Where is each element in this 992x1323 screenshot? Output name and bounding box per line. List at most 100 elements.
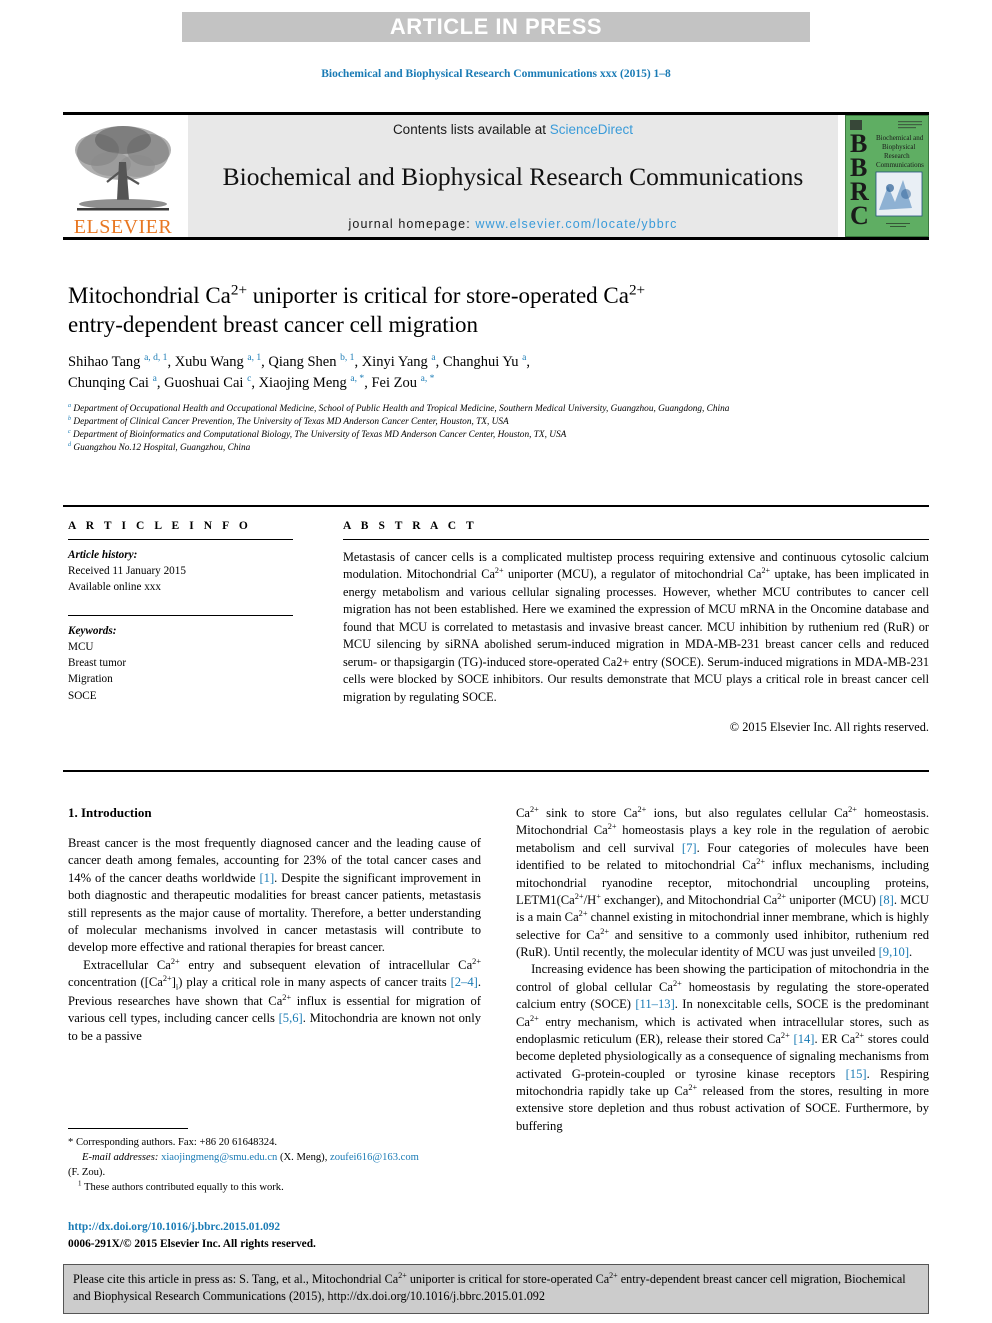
issn-copyright-line: 0006-291X/© 2015 Elsevier Inc. All right…	[68, 1237, 316, 1250]
affiliation-text: Department of Occupational Health and Oc…	[73, 403, 730, 414]
citation-ref-11-13[interactable]: [11–13]	[635, 997, 674, 1011]
citation-ref-8[interactable]: [8]	[879, 893, 894, 907]
affiliation-item: c Department of Bioinformatics and Compu…	[68, 429, 928, 442]
ca-charge-sup: 2+	[530, 804, 539, 814]
title-part-3: entry-dependent breast cancer cell migra…	[68, 311, 478, 337]
abstract-sup-2: 2+	[761, 566, 771, 576]
citation-ref-7[interactable]: [7]	[682, 841, 697, 855]
author-marks: a, 1	[247, 351, 262, 363]
page-title: Mitochondrial Ca2+ uniporter is critical…	[68, 282, 928, 340]
keyword-item: Breast tumor	[68, 657, 127, 670]
affiliation-list: a Department of Occupational Health and …	[68, 402, 928, 456]
intro-paragraph-2: Extracellular Ca2+ entry and subsequent …	[68, 957, 481, 1045]
title-superscript-1: 2+	[230, 281, 248, 299]
svg-text:C: C	[850, 201, 869, 230]
ca-charge-sup: 2+	[673, 978, 682, 988]
journal-title: Biochemical and Biophysical Research Com…	[222, 162, 804, 191]
keyword-item: MCU	[68, 640, 94, 653]
email-owner-meng: (X. Meng),	[279, 1152, 328, 1164]
author-name: Changhui Yu	[442, 353, 519, 370]
citation-part-3: entry-dependent breast cancer	[617, 1272, 767, 1286]
author-marks: a, d, 1	[144, 351, 168, 363]
footnote-emails: E-mail addresses: xiaojingmeng@smu.edu.c…	[68, 1150, 481, 1165]
homepage-prefix: journal homepage:	[348, 217, 476, 231]
ca-charge-sup: 2+	[530, 1013, 539, 1023]
email-link-meng[interactable]: xiaojingmeng@smu.edu.cn	[161, 1152, 277, 1163]
article-history-label: Article history:	[68, 549, 138, 561]
contents-list-line: Contents lists available at ScienceDirec…	[393, 122, 633, 137]
author-name: Xubu Wang	[174, 353, 244, 370]
citation-ref-9-10[interactable]: [9,10]	[879, 945, 909, 959]
ca-charge-sup: 2+	[688, 1082, 698, 1092]
author-name: Chunqing Cai	[68, 374, 149, 391]
ca-charge-sup: 2+	[848, 804, 857, 814]
svg-text:Biophysical: Biophysical	[882, 143, 915, 151]
running-head: Biochemical and Biophysical Research Com…	[321, 68, 671, 80]
article-info-column: A R T I C L E I N F O Article history: R…	[68, 520, 293, 704]
affiliation-mark: c	[68, 428, 71, 435]
footnote-equal-contribution: 1 These authors contributed equally to t…	[68, 1180, 481, 1195]
affiliation-mark: d	[68, 442, 72, 448]
article-in-press-label: ARTICLE IN PRESS	[389, 14, 603, 39]
sciencedirect-link[interactable]: ScienceDirect	[550, 122, 633, 137]
citation-ref-2-4[interactable]: [2–4]	[451, 975, 478, 989]
intro-p3-g: /H	[583, 892, 597, 907]
svg-text:Communications: Communications	[876, 161, 924, 169]
keywords-block: Keywords: MCU Breast tumor Migration SOC…	[68, 623, 293, 704]
abstract-text: Metastasis of cancer cells is a complica…	[343, 549, 929, 706]
doi-link[interactable]: http://dx.doi.org/10.1016/j.bbrc.2015.01…	[68, 1219, 481, 1236]
ca-charge-sup: 2+	[600, 926, 610, 936]
author-name: Xinyi Yang	[361, 353, 428, 370]
author-name: Qiang Shen	[268, 353, 337, 370]
title-block: Mitochondrial Ca2+ uniporter is critical…	[68, 282, 928, 455]
affiliation-item: a Department of Occupational Health and …	[68, 402, 928, 416]
keywords-label: Keywords:	[68, 624, 117, 637]
intro-p2-c: concentration ([Ca	[68, 975, 163, 989]
elsevier-tree-icon	[75, 126, 171, 211]
abstract-heading: A B S T R A C T	[343, 520, 478, 532]
author-marks: a, *	[420, 372, 435, 384]
citation-ref-14[interactable]: [14]	[794, 1032, 815, 1046]
article-history-received: Received 11 January 2015	[68, 565, 186, 578]
abstract-copyright: © 2015 Elsevier Inc. All rights reserved…	[729, 720, 929, 735]
ca-charge-sup: 2+	[780, 1030, 790, 1040]
footnote-equal-text: These authors contributed equally to thi…	[83, 1182, 284, 1194]
ca-charge-sup: 2+	[578, 909, 588, 919]
citation-ref-5-6[interactable]: [5,6]	[279, 1011, 303, 1025]
email-link-zou[interactable]: zoufei616@163.com	[330, 1152, 419, 1163]
intro-p3-h: exchanger), and Mitochondrial Ca	[600, 892, 778, 907]
citation-ref-15[interactable]: [15]	[846, 1067, 867, 1081]
introduction-heading: 1. Introduction	[68, 805, 152, 820]
intro-paragraph-1: Breast cancer is the most frequently dia…	[68, 835, 481, 957]
journal-cover-artwork: B B R C Biochemical and Biophysical Rese…	[846, 116, 928, 236]
info-section-top-rule	[63, 505, 929, 507]
journal-masthead-box: Contents lists available at ScienceDirec…	[188, 115, 838, 237]
author-marks: a	[152, 372, 157, 384]
body-column-right: Ca2+ sink to store Ca2+ ions, but also r…	[516, 805, 929, 1135]
affiliation-text: Department of Clinical Cancer Prevention…	[73, 416, 509, 427]
abstract-column: A B S T R A C T Metastasis of cancer cel…	[343, 520, 929, 735]
ca-charge-sup: 2+	[472, 956, 481, 966]
ca-charge-sup: 2+	[170, 956, 180, 966]
intro-p3-b: ions, but also regulates cellular Ca	[646, 806, 849, 820]
citation-footer-box: Please cite this article in press as: S.…	[63, 1264, 929, 1314]
ca-charge-sup: 2+	[777, 891, 787, 901]
citation-footer-text: Please cite this article in press as: S.…	[73, 1271, 919, 1305]
author-marks: a	[431, 351, 436, 363]
author-name: Fei Zou	[371, 374, 417, 391]
citation-ref-1[interactable]: [1]	[259, 871, 274, 885]
abstract-part-2: uniporter (MCU), a regulator of mitochon…	[503, 567, 762, 582]
ca-charge-sup: 2+	[756, 856, 766, 866]
intro-p2-e: ) play a critical role in many aspects o…	[178, 975, 451, 989]
article-history-block: Article history: Received 11 January 201…	[68, 547, 293, 596]
citation-part-1: Please cite this article in press as: S.…	[73, 1272, 399, 1286]
body-column-left: 1. Introduction Breast cancer is the mos…	[68, 805, 481, 1045]
article-history-online: Available online xxx	[68, 581, 161, 594]
keyword-item: SOCE	[68, 689, 97, 702]
ca-charge-sup: 2+	[607, 822, 617, 832]
footnote-corresponding: * Corresponding authors. Fax: +86 20 616…	[68, 1137, 278, 1148]
ca-charge-sup: 2+	[637, 804, 647, 814]
journal-homepage-link[interactable]: www.elsevier.com/locate/ybbrc	[475, 217, 677, 231]
title-part-2: uniporter is critical for store-operated…	[247, 283, 629, 308]
